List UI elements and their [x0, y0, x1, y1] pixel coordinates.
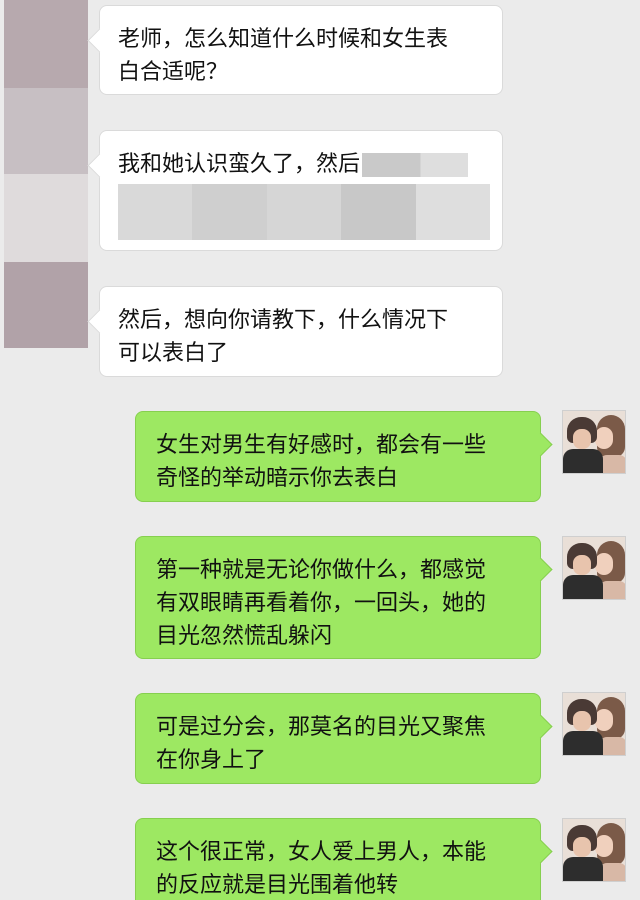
outgoing-message-bubble[interactable]: 这个很正常，女人爱上男人，本能 的反应就是目光围着他转 — [135, 818, 541, 900]
couple-photo-avatar[interactable] — [562, 692, 626, 756]
message-line: 的反应就是目光围着他转 — [156, 873, 399, 898]
blurred-avatar[interactable] — [4, 174, 88, 262]
message-line: 然后，想向你请教下，什么情况下 — [118, 308, 449, 333]
outgoing-message-bubble[interactable]: 第一种就是无论你做什么，都感觉 有双眼睛再看着你，一回头，她的 目光忽然慌乱躲闪 — [135, 536, 541, 659]
incoming-message-bubble[interactable]: 老师，怎么知道什么时候和女生表 白合适呢？ — [99, 5, 503, 95]
incoming-message-bubble[interactable]: 我和她认识蛮久了，然后 — [99, 130, 503, 251]
couple-photo-avatar[interactable] — [562, 410, 626, 474]
redacted-text-block — [118, 184, 491, 240]
couple-photo-avatar[interactable] — [562, 818, 626, 882]
message-line: 可是过分会，那莫名的目光又聚焦 — [156, 715, 487, 740]
message-line: 在你身上了 — [156, 748, 267, 773]
blurred-avatar[interactable] — [4, 0, 88, 88]
message-line: 女生对男生有好感时，都会有一些 — [156, 433, 487, 458]
outgoing-message-bubble[interactable]: 可是过分会，那莫名的目光又聚焦 在你身上了 — [135, 693, 541, 784]
message-line: 可以表白了 — [118, 341, 229, 366]
message-line: 我和她认识蛮久了，然后 — [118, 152, 361, 177]
outgoing-message-bubble[interactable]: 女生对男生有好感时，都会有一些 奇怪的举动暗示你去表白 — [135, 411, 541, 502]
message-line: 第一种就是无论你做什么，都感觉 — [156, 558, 487, 583]
message-line: 白合适呢？ — [118, 60, 229, 85]
blurred-avatar[interactable] — [4, 262, 88, 348]
message-line: 目光忽然慌乱躲闪 — [156, 624, 333, 649]
message-line: 这个很正常，女人爱上男人，本能 — [156, 840, 487, 865]
incoming-message-bubble[interactable]: 然后，想向你请教下，什么情况下 可以表白了 — [99, 286, 503, 377]
chat-area: 老师，怎么知道什么时候和女生表 白合适呢？ 我和她认识蛮久了，然后 然后，想向你… — [0, 0, 640, 900]
blurred-avatar[interactable] — [4, 88, 88, 174]
redacted-text — [362, 153, 469, 177]
couple-photo-avatar[interactable] — [562, 536, 626, 600]
message-line: 老师，怎么知道什么时候和女生表 — [118, 27, 449, 52]
message-line: 有双眼睛再看着你，一回头，她的 — [156, 591, 487, 616]
message-line: 奇怪的举动暗示你去表白 — [156, 466, 399, 491]
